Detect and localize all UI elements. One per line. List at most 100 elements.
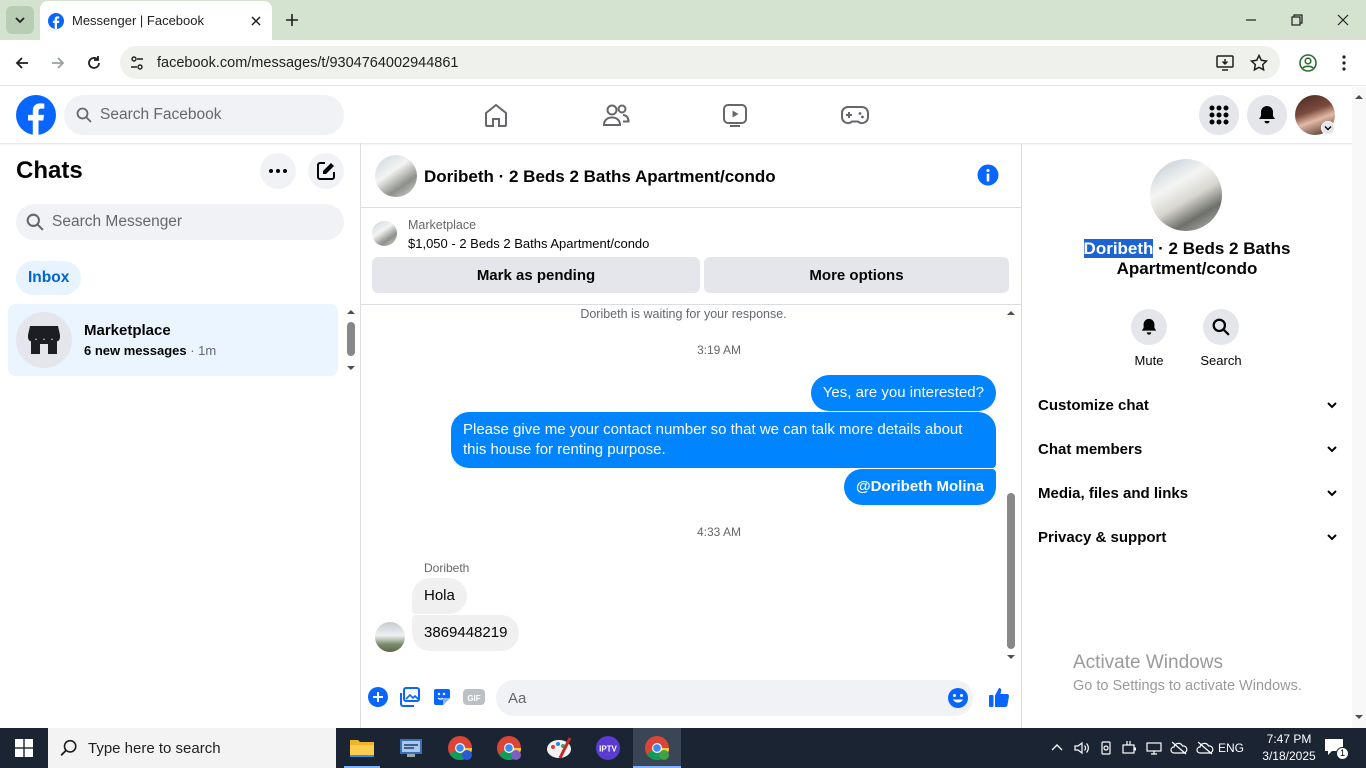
chats-options-button[interactable]	[260, 153, 296, 189]
facebook-search-box[interactable]	[64, 95, 344, 135]
mute-action[interactable]: Mute	[1119, 309, 1179, 368]
taskbar-app-control-panel[interactable]	[387, 728, 435, 768]
more-options-button[interactable]: More options	[704, 257, 1009, 293]
bookmark-star-icon[interactable]	[1250, 54, 1268, 72]
paint-icon	[547, 737, 572, 759]
listing-price-title[interactable]: $1,050 - 2 Beds 2 Baths Apartment/condo	[408, 236, 649, 251]
back-button[interactable]	[10, 51, 34, 75]
taskbar-file-explorer[interactable]	[338, 728, 386, 768]
incoming-message[interactable]: Hola	[412, 578, 467, 614]
media-files-links-section[interactable]: Media, files and links	[1038, 473, 1338, 513]
emoji-icon[interactable]	[947, 687, 969, 709]
taskbar-search[interactable]: Type here to search	[48, 728, 336, 768]
install-app-icon[interactable]	[1216, 54, 1234, 72]
messenger-search-box[interactable]	[16, 204, 344, 240]
tab-title: Messenger | Facebook	[72, 13, 204, 28]
privacy-support-section[interactable]: Privacy & support	[1038, 517, 1338, 557]
restore-icon	[1291, 14, 1303, 26]
search-in-conversation-button[interactable]	[1203, 309, 1239, 345]
cloud-off-icon[interactable]	[1196, 740, 1214, 756]
volume-icon[interactable]	[1074, 740, 1090, 756]
battery-plug-icon[interactable]	[1122, 740, 1138, 756]
inbox-filter-tab[interactable]: Inbox	[16, 261, 82, 295]
outgoing-message[interactable]: Yes, are you interested?	[810, 375, 996, 411]
account-chevron[interactable]	[1321, 121, 1335, 135]
cloud-off-icon[interactable]	[1170, 740, 1188, 756]
address-bar[interactable]: facebook.com/messages/t/9304764002944861	[120, 46, 1280, 79]
nav-gaming[interactable]	[838, 99, 872, 131]
chat-list-scrollbar[interactable]	[344, 306, 358, 374]
chat-members-section[interactable]: Chat members	[1038, 429, 1338, 469]
account-avatar[interactable]	[1295, 95, 1335, 135]
chevron-up-icon[interactable]	[1050, 741, 1064, 755]
site-info-icon[interactable]	[129, 55, 145, 71]
chat-time: · 1m	[186, 343, 217, 358]
restore-button[interactable]	[1285, 8, 1309, 32]
url-text: facebook.com/messages/t/9304764002944861	[157, 54, 459, 71]
customize-chat-section[interactable]: Customize chat	[1038, 385, 1338, 425]
taskbar-clock[interactable]: 7:47 PM 3/18/2025	[1258, 731, 1320, 765]
listing-thumbnail[interactable]	[372, 221, 397, 246]
outgoing-message[interactable]: Please give me your contact number so th…	[451, 412, 996, 468]
sticker-button[interactable]	[430, 685, 454, 709]
conversation-avatar[interactable]	[375, 155, 417, 197]
search-icon	[26, 213, 44, 231]
forward-button[interactable]	[46, 51, 70, 75]
outgoing-mention-message[interactable]: @Doribeth Molina	[844, 469, 996, 505]
message-input-box[interactable]	[496, 680, 973, 716]
sticker-icon	[434, 689, 450, 705]
chevron-down-icon	[1327, 534, 1337, 541]
browser-tab-messenger[interactable]: Messenger | Facebook	[40, 1, 272, 40]
attach-media-button[interactable]	[398, 685, 422, 709]
taskbar-chrome-profile-1[interactable]	[436, 728, 484, 768]
nav-friends[interactable]	[599, 99, 633, 131]
conversation-panel: Doribeth · 2 Beds 2 Baths Apartment/cond…	[361, 143, 1022, 728]
new-tab-button[interactable]	[282, 10, 302, 30]
messenger-search-input[interactable]	[52, 213, 272, 231]
bell-icon	[1141, 318, 1157, 335]
message-input[interactable]	[508, 689, 928, 707]
more-actions-button[interactable]	[366, 685, 390, 709]
mute-button[interactable]	[1131, 309, 1167, 345]
svg-text:IPTV: IPTV	[599, 745, 617, 754]
facebook-logo[interactable]	[16, 95, 56, 135]
tab-close-button[interactable]	[248, 13, 264, 29]
nav-home[interactable]	[479, 99, 513, 131]
nav-video[interactable]	[718, 99, 752, 131]
language-indicator[interactable]: ENG	[1218, 741, 1244, 755]
new-message-button[interactable]	[308, 153, 344, 189]
network-icon[interactable]	[1146, 740, 1162, 756]
menu-button[interactable]	[1199, 95, 1239, 135]
reload-button[interactable]	[82, 51, 106, 75]
mark-as-pending-button[interactable]: Mark as pending	[372, 257, 700, 293]
device-icon[interactable]	[1098, 740, 1114, 756]
clock-date: 3/18/2025	[1262, 749, 1316, 763]
facebook-search-input[interactable]	[100, 106, 320, 124]
browser-menu-button[interactable]	[1332, 51, 1356, 75]
conversation-title[interactable]: Doribeth · 2 Beds 2 Baths Apartment/cond…	[424, 167, 776, 187]
mute-label: Mute	[1134, 353, 1164, 368]
chat-list-item[interactable]: Marketplace 6 new messages · 1m	[8, 304, 338, 376]
notifications-button[interactable]	[1247, 95, 1287, 135]
minimize-button[interactable]	[1239, 8, 1263, 32]
send-like-button[interactable]	[987, 685, 1011, 709]
taskbar-chrome-active[interactable]	[633, 728, 681, 768]
notification-center-button[interactable]: 1	[1324, 738, 1350, 760]
search-action[interactable]: Search	[1191, 309, 1251, 368]
activate-windows-watermark: Activate Windows Go to Settings to activ…	[1073, 652, 1302, 694]
taskbar-app-paint[interactable]	[535, 728, 583, 768]
close-window-button[interactable]	[1331, 8, 1355, 32]
arrow-right-icon	[52, 57, 65, 69]
incoming-message[interactable]: 3869448219	[412, 615, 520, 651]
listing-profile-photo[interactable]	[1150, 159, 1222, 231]
tab-search-button[interactable]	[6, 6, 34, 34]
start-button[interactable]	[0, 728, 48, 768]
message-list-scrollbar[interactable]	[1005, 305, 1017, 669]
gif-button[interactable]: GIF	[462, 685, 486, 709]
taskbar-chrome-profile-2[interactable]	[485, 728, 533, 768]
sender-avatar[interactable]	[375, 622, 405, 652]
profile-button[interactable]	[1296, 51, 1320, 75]
conversation-info-button[interactable]	[977, 164, 999, 186]
page-scrollbar[interactable]	[1352, 87, 1366, 728]
taskbar-app-media[interactable]: IPTV	[584, 728, 632, 768]
